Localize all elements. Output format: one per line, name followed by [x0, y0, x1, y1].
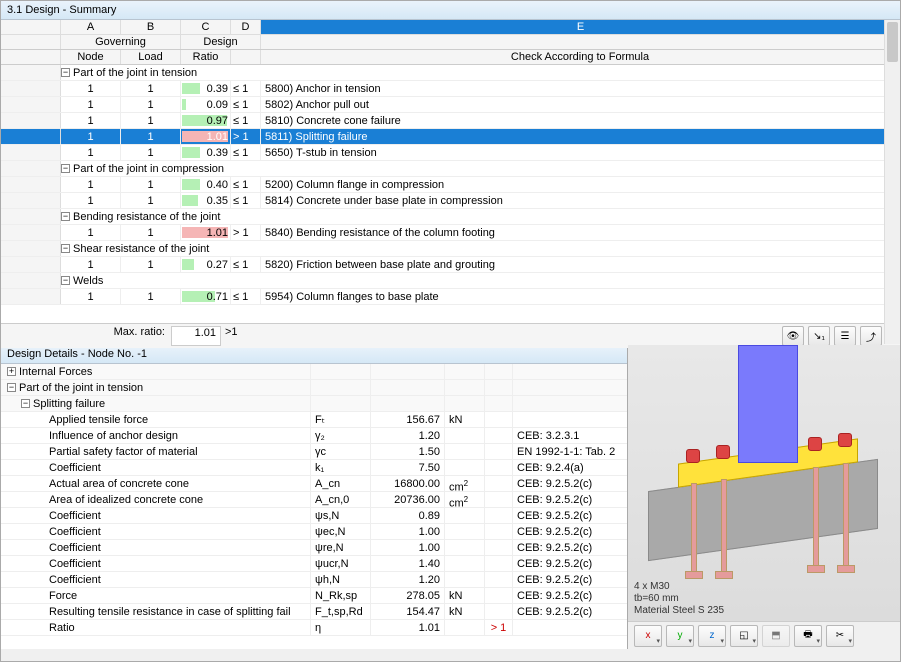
group-row[interactable]: −Welds — [1, 273, 900, 289]
col-load: Load — [121, 50, 181, 64]
details-row[interactable]: Coefficientψre,N1.00CEB: 9.2.5.2(c) — [1, 540, 627, 556]
details-row[interactable]: Coefficientψh,N1.20CEB: 9.2.5.2(c) — [1, 572, 627, 588]
group-row[interactable]: −Part of the joint in tension — [1, 65, 900, 81]
col-letter-e: E — [261, 20, 900, 35]
group-row[interactable]: −Part of the joint in compression — [1, 161, 900, 177]
eye-icon[interactable]: 👁 — [782, 326, 804, 346]
details-row[interactable]: Applied tensile forceFₜ156.67kN — [1, 412, 627, 428]
max-ratio-cond: >1 — [221, 326, 251, 346]
preview-panel: 4 x M30 tb=60 mm Material Steel S 235 x▾… — [628, 345, 900, 649]
col-formula: Check According to Formula — [261, 50, 900, 64]
table-row[interactable]: 110.27≤ 15820) Friction between base pla… — [1, 257, 900, 273]
details-group[interactable]: +Internal Forces — [1, 364, 627, 380]
table-row[interactable]: 110.97≤ 15810) Concrete cone failure — [1, 113, 900, 129]
group-row[interactable]: −Shear resistance of the joint — [1, 241, 900, 257]
col-letter-d: D — [231, 20, 261, 35]
preview-info-1: 4 x M30 — [634, 581, 724, 593]
details-row[interactable]: Ratioη1.01> 1 — [1, 620, 627, 636]
details-row[interactable]: Coefficientψs,N0.89CEB: 9.2.5.2(c) — [1, 508, 627, 524]
max-ratio-label: Max. ratio: — [1, 326, 171, 346]
col-letter-a: A — [61, 20, 121, 35]
col-letter-c: C — [181, 20, 231, 35]
goto-icon[interactable]: ↘₁ — [808, 326, 830, 346]
details-row[interactable]: Resulting tensile resistance in case of … — [1, 604, 627, 620]
details-row[interactable]: Influence of anchor designγ₂1.20CEB: 3.2… — [1, 428, 627, 444]
table-row[interactable]: 110.35≤ 15814) Concrete under base plate… — [1, 193, 900, 209]
axis-x-button[interactable]: x▾ — [634, 625, 662, 647]
details-row[interactable]: Partial safety factor of materialγc1.50E… — [1, 444, 627, 460]
axis-z-button[interactable]: z▾ — [698, 625, 726, 647]
view-3d-button[interactable]: ◱▾ — [730, 625, 758, 647]
details-row[interactable]: Coefficientψec,N1.00CEB: 9.2.5.2(c) — [1, 524, 627, 540]
window-title: 3.1 Design - Summary — [1, 1, 900, 20]
col-letter-b: B — [121, 20, 181, 35]
max-ratio-value: 1.01 — [171, 326, 221, 346]
details-row[interactable]: Actual area of concrete coneA_cn16800.00… — [1, 476, 627, 492]
group-row[interactable]: −Bending resistance of the joint — [1, 209, 900, 225]
preview-info-3: Material Steel S 235 — [634, 605, 724, 617]
summary-grid: A B C D E Governing Design Node Load Rat… — [1, 20, 900, 345]
screenshot-button[interactable]: ✂▾ — [826, 625, 854, 647]
details-group[interactable]: −Part of the joint in tension — [1, 380, 627, 396]
col-group-governing: Governing — [61, 35, 181, 49]
details-row[interactable]: ForceN_Rk,sp278.05kNCEB: 9.2.5.2(c) — [1, 588, 627, 604]
table-row[interactable]: 111.01> 15811) Splitting failure — [1, 129, 900, 145]
table-row[interactable]: 110.39≤ 15800) Anchor in tension — [1, 81, 900, 97]
details-row[interactable]: Coefficientk₁7.50CEB: 9.2.4(a) — [1, 460, 627, 476]
table-row[interactable]: 110.09≤ 15802) Anchor pull out — [1, 97, 900, 113]
preview-3d-canvas[interactable]: 4 x M30 tb=60 mm Material Steel S 235 — [628, 345, 900, 621]
export-icon[interactable]: ⤴ — [860, 326, 882, 346]
details-row[interactable]: Coefficientψucr,N1.40CEB: 9.2.5.2(c) — [1, 556, 627, 572]
table-row[interactable]: 110.40≤ 15200) Column flange in compress… — [1, 177, 900, 193]
design-details-panel: Design Details - Node No. -1 +Internal F… — [1, 345, 628, 649]
axis-y-button[interactable]: y▾ — [666, 625, 694, 647]
table-row[interactable]: 111.01> 15840) Bending resistance of the… — [1, 225, 900, 241]
details-row[interactable]: Area of idealized concrete coneA_cn,0207… — [1, 492, 627, 508]
list-icon[interactable]: ☰ — [834, 326, 856, 346]
details-group[interactable]: −Splitting failure — [1, 396, 627, 412]
print-button[interactable]: 🖶▾ — [794, 625, 822, 647]
scrollbar-vertical[interactable] — [884, 20, 900, 344]
view-render-button[interactable]: ⬒ — [762, 625, 790, 647]
col-ratio: Ratio — [181, 50, 231, 64]
col-node: Node — [61, 50, 121, 64]
table-row[interactable]: 110.71≤ 15954) Column flanges to base pl… — [1, 289, 900, 305]
table-row[interactable]: 110.39≤ 15650) T-stub in tension — [1, 145, 900, 161]
preview-info-2: tb=60 mm — [634, 593, 724, 605]
col-group-design: Design — [181, 35, 261, 49]
